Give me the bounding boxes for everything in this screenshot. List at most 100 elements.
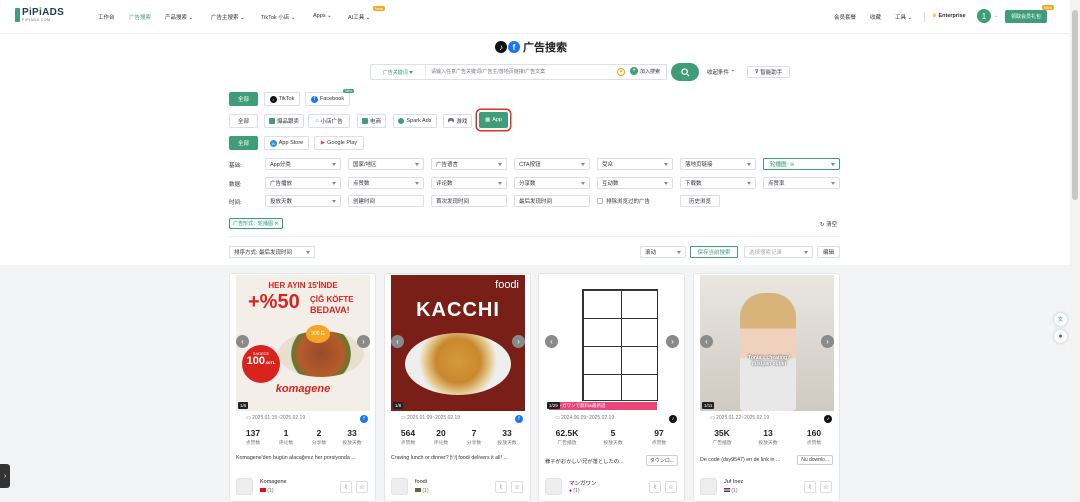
prev-arrow-icon[interactable]: ‹ [236,335,249,348]
analytics-icon[interactable]: ⌇ [340,481,352,493]
cta-button[interactable]: ダウンロ... [645,455,678,466]
analytics-icon[interactable]: ⌇ [804,481,816,493]
cta-button[interactable]: Nu downlo... [797,455,833,465]
filter-comments[interactable]: 评论数 [431,177,507,189]
star-icon[interactable]: ☆ [356,481,368,493]
store-google-play[interactable]: ▶ Google Play [314,136,364,150]
star-icon[interactable]: ☆ [665,481,677,493]
filter-first-seen[interactable]: 首次发现时间 [431,195,507,207]
exclude-viewed-checkbox[interactable]: 排除浏览过的广告 [597,197,650,205]
ad-card[interactable]: Tonia's cheating / dustpan outlet 1/11 ‹… [693,273,840,502]
filter-ad-format[interactable]: 轮播图 ⊗ [763,158,840,170]
platform-facebook[interactable]: f Facebook [305,92,350,106]
nav-ai-tools[interactable]: AI工具 ⌄ [348,13,370,21]
nav-tools[interactable]: 工具 ⌄ [895,13,912,21]
scrollbar-thumb[interactable] [1072,10,1078,200]
ad-card[interactable]: HER AYIN 15'İNDE +%50 ÇİĞ KÖFTE BEDAVA! … [229,273,376,502]
ad-thumbnail[interactable]: マンガワンで無料&最新話 1/29 [545,275,679,411]
ad-thumbnail[interactable]: Tonia's cheating / dustpan outlet 1/11 [700,275,834,411]
user-menu-chevron-icon[interactable]: ⌄ [994,13,999,19]
prev-arrow-icon[interactable]: ‹ [700,335,713,348]
nav-workbench[interactable]: 工作台 [98,13,115,21]
prev-arrow-icon[interactable]: ‹ [391,335,404,348]
next-arrow-icon[interactable]: › [357,335,370,348]
filter-cta[interactable]: CTA按钮 [514,158,590,170]
filter-ad-plays[interactable]: 广告播放 [265,177,341,189]
filter-downloads[interactable]: 下载数 [680,177,756,189]
advertiser-name[interactable]: Juf Inez [724,479,743,485]
ad-card[interactable]: foodi KACCHI 1/8 ‹ › ▭ 2025.01.09~2025.0… [384,273,531,502]
advertiser-name[interactable]: foodi [415,479,427,485]
clear-button[interactable]: ↻ 清空 [820,220,837,228]
sidebar-expand-icon[interactable]: › [0,464,10,488]
adtype-hot-products[interactable]: 爆品跟卖 [264,114,304,128]
plan-badge[interactable]: ♛ Enterprise [932,13,966,19]
adtype-shop-ads[interactable]: ⌂ 小店广告 [308,114,350,128]
next-arrow-icon[interactable]: › [821,335,834,348]
nav-tiktok-shop[interactable]: TikTok 小店 ⌄ [261,13,295,21]
nav-advertiser-search[interactable]: 广告主搜索 ⌄ [211,13,245,21]
star-icon[interactable]: ☆ [511,481,523,493]
nav-favorites[interactable]: 收藏 [870,13,881,21]
filter-created-time[interactable]: 创建时间 [348,195,424,207]
advertiser-name[interactable]: Komagene [260,479,287,485]
next-arrow-icon[interactable]: › [512,335,525,348]
advertiser[interactable]: マンガワン ● (1) ⌇ ☆ [545,478,678,496]
user-avatar[interactable]: 1 [977,9,991,23]
active-filter-tag[interactable]: 广告形式：轮播图 ✕ [229,218,283,229]
filter-ad-days[interactable]: 投放天数 [265,195,341,207]
nav-membership[interactable]: 会员套餐 [834,13,856,21]
ad-thumbnail[interactable]: foodi KACCHI 1/8 [391,275,525,411]
sort-select[interactable]: 排序方式: 最后发现时间 [229,246,315,258]
save-search-button[interactable]: 保存当前搜索 [690,246,738,258]
adtype-ecommerce[interactable]: 电商 [357,114,386,128]
saved-search-select[interactable]: 选择搜索记录 [744,246,813,258]
advertiser[interactable]: Juf Inez (1) ⌇ ☆ [700,478,833,496]
smart-assistant-button[interactable]: ⊽ 智能助手 [747,66,790,78]
assistant-icon[interactable]: ● [1054,330,1067,343]
store-app-store[interactable]: A App Store [264,136,309,150]
filter-language[interactable]: 广告语言 [431,158,507,170]
store-all[interactable]: 全部 [229,136,258,150]
close-icon[interactable]: ✕ [274,221,278,227]
filter-app-category[interactable]: App分类 [265,158,341,170]
filter-landing-page[interactable]: 落地页链接 [680,158,756,170]
filter-interactions[interactable]: 互动数 [597,177,673,189]
adtype-app[interactable]: ▦ App [479,112,508,128]
advertiser[interactable]: Komagene (1) ⌇ ☆ [236,478,369,496]
scroll-select[interactable]: 滚动 [640,246,686,258]
adtype-spark-ads[interactable]: Spark Ads [393,114,437,128]
platform-tiktok[interactable]: ♪ TikTok [264,92,300,106]
translate-icon[interactable]: 文 [1054,313,1067,326]
add-search-button[interactable]: + 加入搜索 [630,67,660,75]
ad-card[interactable]: マンガワンで無料&最新話 1/29 ‹ › ▭ 2024.06.09~2025.… [538,273,685,502]
collapse-conditions[interactable]: 收起条件 ⌃ [707,68,735,76]
nav-ad-search[interactable]: 广告搜索 [129,13,151,21]
search-input[interactable] [431,66,611,78]
advertiser[interactable]: foodi (1) ⌇ ☆ [391,478,524,496]
filter-shares[interactable]: 分享数 [514,177,590,189]
upgrade-button[interactable]: 领取会员礼包 [1005,10,1047,23]
adtype-games[interactable]: 🎮 游戏 [443,114,472,128]
nav-apps[interactable]: Apps ⌄ [313,13,332,19]
filter-last-seen[interactable]: 最后发现时间 [514,195,590,207]
filter-audience[interactable]: 受众 [597,158,673,170]
filter-likes[interactable]: 点赞数 [348,177,424,189]
edit-button[interactable]: 编辑 [817,246,840,258]
adtype-all[interactable]: 全部 [229,114,258,128]
ad-thumbnail[interactable]: HER AYIN 15'İNDE +%50 ÇİĞ KÖFTE BEDAVA! … [236,275,370,411]
filter-like-rate[interactable]: 点赞率 [763,177,840,189]
filter-country[interactable]: 国家/地区 [348,158,424,170]
analytics-icon[interactable]: ⌇ [649,481,661,493]
next-arrow-icon[interactable]: › [666,335,679,348]
star-icon[interactable]: ☆ [820,481,832,493]
search-button[interactable] [671,63,699,81]
ai-bulb-icon[interactable]: ✦ [617,68,625,76]
nav-product-search[interactable]: 产品搜索 ⌄ [165,13,193,21]
search-type-select[interactable]: 广告关键词 [371,65,426,79]
platform-all[interactable]: 全部 [229,92,258,106]
prev-arrow-icon[interactable]: ‹ [545,335,558,348]
analytics-icon[interactable]: ⌇ [495,481,507,493]
scrollbar[interactable] [1070,0,1080,502]
history-button[interactable]: 历史浏览 [680,195,720,207]
